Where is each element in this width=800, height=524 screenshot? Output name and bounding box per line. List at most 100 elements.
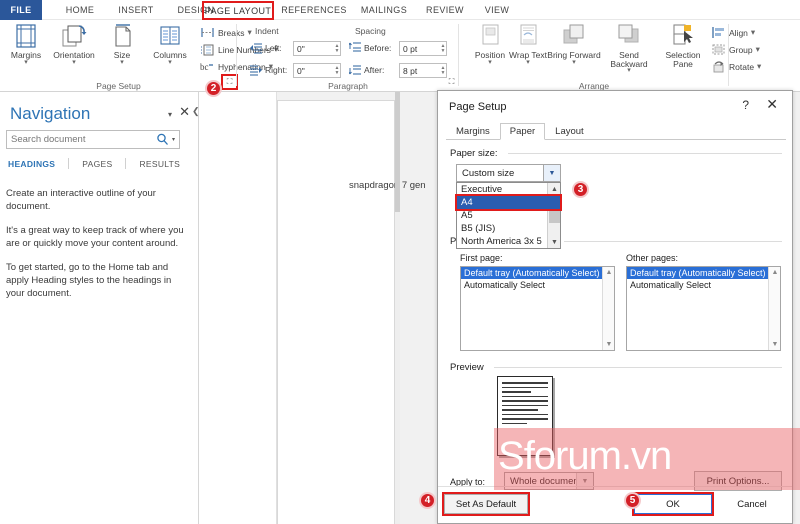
orientation-button[interactable]: Orientation ▾ bbox=[51, 23, 97, 66]
other-pages-listbox[interactable]: Default tray (Automatically Select) Auto… bbox=[626, 266, 781, 351]
help-icon[interactable]: ? bbox=[742, 98, 749, 112]
navigation-title: Navigation bbox=[10, 104, 91, 123]
chevron-down-icon[interactable]: ▾ bbox=[488, 59, 492, 66]
divider bbox=[68, 158, 70, 169]
indent-left-stepper[interactable]: ▲ ▼ bbox=[333, 41, 341, 56]
list-item[interactable]: Default tray (Automatically Select) bbox=[627, 267, 780, 279]
scroll-down-icon[interactable]: ▼ bbox=[548, 236, 561, 248]
navigation-options-icon[interactable]: ▾ bbox=[168, 110, 172, 119]
nav-tab-pages[interactable]: PAGES bbox=[82, 159, 112, 169]
close-icon[interactable]: ✕ bbox=[179, 105, 190, 118]
print-options-button[interactable]: Print Options... bbox=[694, 471, 782, 491]
listbox-scrollbar[interactable]: ▲ ▼ bbox=[602, 267, 614, 350]
indent-header: Indent bbox=[255, 26, 279, 36]
dialog-tab-layout[interactable]: Layout bbox=[545, 123, 594, 140]
first-page-label: First page: bbox=[460, 253, 503, 263]
search-box[interactable]: ▾ bbox=[6, 130, 180, 149]
paragraph-dialog-launcher[interactable]: ⛶ bbox=[445, 76, 458, 88]
tab-file[interactable]: FILE bbox=[0, 0, 42, 20]
chevron-down-icon[interactable]: ▾ bbox=[756, 44, 760, 55]
align-button[interactable]: Align ▾ bbox=[711, 25, 755, 40]
paper-tab-panel: Paper size: Custom size ▼ Executive A4 A… bbox=[446, 140, 786, 491]
size-button[interactable]: Size ▾ bbox=[99, 23, 145, 66]
scroll-up-icon[interactable]: ▲ bbox=[603, 267, 615, 278]
indent-right-stepper[interactable]: ▲ ▼ bbox=[333, 63, 341, 78]
tab-references[interactable]: REFERENCES bbox=[279, 0, 349, 20]
search-icon[interactable] bbox=[156, 133, 169, 146]
document-vertical-scrollbar[interactable] bbox=[395, 92, 400, 524]
chevron-down-icon[interactable]: ▼ bbox=[543, 165, 560, 181]
set-as-default-button[interactable]: Set As Default bbox=[442, 492, 530, 516]
ribbon-tabbar: FILE HOME INSERT DESIGN PAGE LAYOUT REFE… bbox=[0, 0, 800, 20]
listbox-scrollbar[interactable]: ▲ ▼ bbox=[768, 267, 780, 350]
page-setup-dialog-launcher[interactable]: ⛶ bbox=[221, 74, 238, 90]
scroll-up-icon[interactable]: ▲ bbox=[548, 183, 561, 195]
close-icon[interactable]: ✕ bbox=[766, 97, 778, 111]
search-input[interactable] bbox=[7, 131, 145, 148]
tab-page-layout[interactable]: PAGE LAYOUT bbox=[202, 1, 274, 20]
navigation-help-text: Create an interactive outline of your do… bbox=[6, 187, 186, 311]
chevron-down-icon[interactable]: ▾ bbox=[120, 59, 124, 66]
apply-to-combo[interactable]: Whole document ▼ bbox=[504, 472, 594, 490]
wrap-text-button[interactable]: Wrap Text ▾ bbox=[505, 23, 551, 66]
step-badge-5: 5 bbox=[624, 492, 641, 509]
document-body-text[interactable]: snapdragon 7 gen bbox=[349, 180, 426, 191]
navigation-pane: Navigation ▾ ✕ ▾ HEADINGS PAGES RESULTS … bbox=[0, 92, 199, 524]
chevron-down-icon[interactable]: ▾ bbox=[751, 27, 755, 38]
selection-pane-button[interactable]: Selection Pane bbox=[657, 23, 709, 68]
chevron-down-icon[interactable]: ▾ bbox=[572, 59, 576, 66]
chevron-down-icon[interactable]: ▾ bbox=[72, 59, 76, 66]
preview-label: Preview bbox=[450, 362, 484, 373]
scrollbar-thumb[interactable] bbox=[395, 92, 400, 212]
breaks-icon bbox=[200, 26, 215, 39]
chevron-down-icon[interactable]: ▾ bbox=[168, 59, 172, 66]
send-backward-button[interactable]: Send Backward ▾ bbox=[601, 23, 657, 74]
chevron-down-icon[interactable]: ▾ bbox=[24, 59, 28, 66]
search-options-icon[interactable]: ▾ bbox=[172, 136, 175, 143]
indent-left-icon bbox=[250, 42, 263, 54]
bring-forward-button[interactable]: Bring Forward ▾ bbox=[547, 23, 601, 66]
dropdown-option-north-america-3x5[interactable]: North America 3x 5 bbox=[457, 235, 560, 248]
nav-tab-results[interactable]: RESULTS bbox=[139, 159, 180, 169]
pane-collapse-icon[interactable]: ❮ bbox=[192, 106, 200, 117]
page-setup-dialog: Page Setup ? ✕ Margins Paper Layout Pape… bbox=[437, 90, 793, 524]
margins-button[interactable]: Margins ▾ bbox=[3, 23, 49, 66]
tab-review[interactable]: REVIEW bbox=[419, 0, 471, 20]
ribbon-group-arrange: Position ▾ Wrap Text ▾ Bring Forward ▾ S… bbox=[459, 20, 761, 92]
spacing-header: Spacing bbox=[355, 26, 386, 36]
cancel-button[interactable]: Cancel bbox=[720, 494, 784, 514]
tab-mailings[interactable]: MAILINGS bbox=[353, 0, 415, 20]
list-item[interactable]: Automatically Select bbox=[627, 279, 780, 291]
dropdown-option-a4[interactable]: A4 bbox=[455, 194, 562, 211]
other-pages-label: Other pages: bbox=[626, 253, 679, 263]
scroll-down-icon[interactable]: ▼ bbox=[603, 339, 615, 350]
chevron-down-icon[interactable]: ▾ bbox=[627, 67, 631, 74]
chevron-down-icon[interactable]: ▾ bbox=[526, 59, 530, 66]
group-button[interactable]: Group ▾ bbox=[711, 42, 760, 57]
dropdown-option-b5-jis[interactable]: B5 (JIS) bbox=[457, 222, 560, 235]
list-item[interactable]: Automatically Select bbox=[461, 279, 614, 291]
scrollbar-thumb[interactable] bbox=[549, 209, 560, 223]
scroll-up-icon[interactable]: ▲ bbox=[769, 267, 781, 278]
group-icon bbox=[711, 43, 726, 56]
list-item[interactable]: Default tray (Automatically Select) bbox=[461, 267, 614, 279]
paper-size-dropdown-list[interactable]: Executive A4 A5 B5 (JIS) North America 3… bbox=[455, 182, 562, 249]
dropdown-option-executive[interactable]: Executive bbox=[457, 183, 560, 196]
dropdown-option-a5[interactable]: A5 bbox=[457, 209, 560, 222]
dialog-tab-paper[interactable]: Paper bbox=[499, 123, 546, 140]
dialog-tab-margins[interactable]: Margins bbox=[446, 123, 500, 140]
chevron-down-icon[interactable]: ▾ bbox=[757, 61, 761, 72]
spacing-before-stepper[interactable]: ▲ ▼ bbox=[439, 41, 447, 56]
tab-home[interactable]: HOME bbox=[56, 0, 104, 20]
first-page-listbox[interactable]: Default tray (Automatically Select) Auto… bbox=[460, 266, 615, 351]
document-page[interactable] bbox=[277, 100, 395, 524]
ok-button[interactable]: OK bbox=[632, 492, 714, 516]
tab-insert[interactable]: INSERT bbox=[112, 0, 160, 20]
rotate-button[interactable]: Rotate ▾ bbox=[711, 59, 761, 74]
dropdown-scrollbar[interactable]: ▲ ▼ bbox=[547, 183, 560, 248]
paper-size-combo[interactable]: Custom size ▼ bbox=[456, 164, 561, 182]
nav-tab-headings[interactable]: HEADINGS bbox=[8, 159, 55, 169]
scroll-down-icon[interactable]: ▼ bbox=[769, 339, 781, 350]
columns-button[interactable]: Columns ▾ bbox=[147, 23, 193, 66]
tab-view[interactable]: VIEW bbox=[475, 0, 519, 20]
